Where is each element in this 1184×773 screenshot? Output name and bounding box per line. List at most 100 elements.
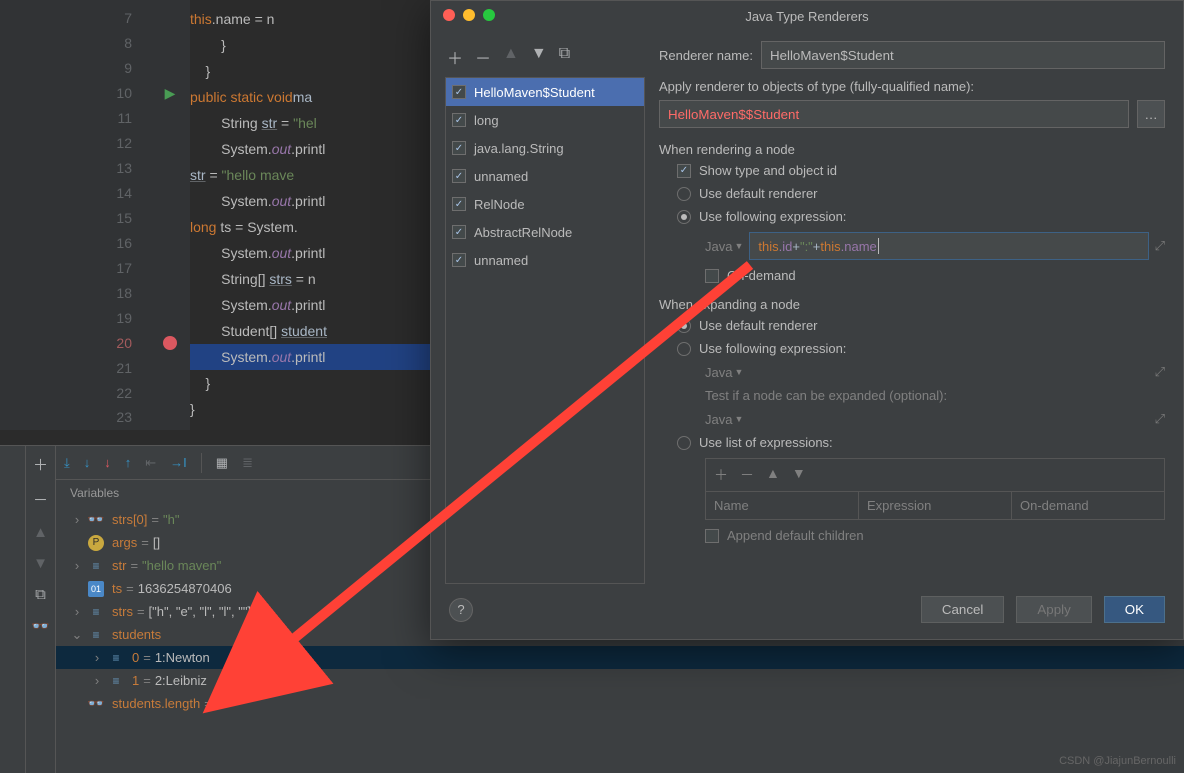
step-over-icon[interactable]: ⤓ — [64, 455, 70, 471]
renderer-list-item[interactable]: AbstractRelNode — [446, 218, 644, 246]
renderer-list-item[interactable]: HelloMaven$Student — [446, 78, 644, 106]
move-down-icon[interactable]: ▼ — [531, 45, 547, 69]
drop-frame-icon[interactable]: ⇤ — [145, 455, 156, 471]
glasses-icon[interactable]: 👓 — [31, 617, 50, 635]
et-remove-icon: － — [740, 465, 754, 485]
renderer-checkbox[interactable] — [452, 85, 466, 99]
variable-row[interactable]: ›≡0 = 1:Newton — [56, 646, 1184, 669]
expand-expression-radio[interactable] — [677, 342, 691, 356]
list-toolbar: ＋ － ▲ ▼ ⧉ — [445, 41, 645, 77]
gutter: 78910▶11121314151617181920212223 — [0, 0, 190, 430]
run-to-cursor-icon[interactable]: →I — [170, 455, 187, 470]
window-min-icon[interactable] — [463, 9, 475, 21]
expanding-section-title: When expanding a node — [659, 297, 1165, 312]
apply-type-input[interactable] — [659, 100, 1129, 128]
renderer-checkbox[interactable] — [452, 141, 466, 155]
use-default-label: Use default renderer — [699, 186, 818, 201]
copy-icon[interactable]: ⧉ — [35, 586, 46, 603]
var-name: students.length — [112, 696, 200, 711]
expander-icon[interactable]: › — [70, 558, 84, 573]
var-value: "hello maven" — [142, 558, 221, 573]
renderer-checkbox[interactable] — [452, 197, 466, 211]
dialog-title: Java Type Renderers — [745, 9, 868, 24]
on-demand-label: On-demand — [727, 268, 796, 283]
variable-row[interactable]: ›≡1 = 2:Leibniz — [56, 669, 1184, 692]
use-list-radio[interactable] — [677, 436, 691, 450]
ok-button[interactable]: OK — [1104, 596, 1165, 623]
renderer-label: unnamed — [474, 253, 528, 268]
type-renderers-dialog: Java Type Renderers ＋ － ▲ ▼ ⧉ HelloMaven… — [430, 0, 1184, 640]
use-expression-radio[interactable] — [677, 210, 691, 224]
renderer-label: RelNode — [474, 197, 525, 212]
th-expr: Expression — [859, 492, 1012, 519]
var-name: strs[0] — [112, 512, 147, 527]
evaluate-icon[interactable]: ▦ — [216, 455, 228, 471]
on-demand-checkbox[interactable] — [705, 269, 719, 283]
var-kind-icon: ≡ — [88, 627, 104, 643]
renderer-list-item[interactable]: RelNode — [446, 190, 644, 218]
test-expand-label: Test if a node can be expanded (optional… — [677, 388, 1165, 403]
lang-selector-2: Java▼ — [705, 365, 743, 380]
var-value: "h" — [163, 512, 179, 527]
expand-editor-icon-2: ⤢ — [1155, 364, 1165, 380]
use-expression-label: Use following expression: — [699, 209, 846, 224]
append-children-checkbox — [705, 529, 719, 543]
add-icon[interactable]: ＋ — [447, 45, 463, 69]
renderer-list-item[interactable]: unnamed — [446, 246, 644, 274]
expander-icon[interactable]: › — [90, 673, 104, 688]
step-out-icon[interactable]: ↑ — [125, 455, 132, 470]
cancel-button[interactable]: Cancel — [921, 596, 1005, 623]
renderer-label: long — [474, 113, 499, 128]
rendering-section-title: When rendering a node — [659, 142, 1165, 157]
window-close-icon[interactable] — [443, 9, 455, 21]
renderer-checkbox[interactable] — [452, 225, 466, 239]
renderer-label: unnamed — [474, 169, 528, 184]
force-step-icon[interactable]: ↓ — [104, 455, 111, 470]
expression-input[interactable]: this.id + ":" +this.name — [749, 232, 1148, 260]
expander-icon[interactable]: › — [70, 512, 84, 527]
show-type-checkbox[interactable] — [677, 164, 691, 178]
th-ondemand: On-demand — [1012, 492, 1164, 519]
lang-selector[interactable]: Java▼ — [705, 239, 743, 254]
var-kind-icon: ≡ — [108, 650, 124, 666]
apply-button[interactable]: Apply — [1016, 596, 1091, 623]
var-kind-icon: 👓 — [88, 512, 104, 528]
var-value: [] — [153, 535, 160, 550]
th-name: Name — [706, 492, 859, 519]
remove-watch-icon[interactable]: － — [33, 489, 48, 510]
expander-icon[interactable]: › — [70, 604, 84, 619]
expand-editor-icon-3: ⤢ — [1155, 411, 1165, 427]
renderer-list-item[interactable]: long — [446, 106, 644, 134]
var-value: 2:Leibniz — [155, 673, 207, 688]
renderer-list-item[interactable]: java.lang.String — [446, 134, 644, 162]
renderer-list-item[interactable]: unnamed — [446, 162, 644, 190]
renderer-label: java.lang.String — [474, 141, 564, 156]
remove-icon[interactable]: － — [475, 45, 491, 69]
step-into-icon[interactable]: ↓ — [84, 455, 91, 470]
help-button[interactable]: ? — [449, 598, 473, 622]
duplicate-icon[interactable]: ⧉ — [559, 45, 570, 69]
renderer-name-input[interactable] — [761, 41, 1165, 69]
expand-editor-icon[interactable]: ⤢ — [1155, 238, 1165, 254]
expander-icon[interactable]: ⌄ — [70, 627, 84, 643]
var-name: strs — [112, 604, 133, 619]
down-icon[interactable]: ▼ — [33, 555, 48, 572]
variable-row[interactable]: 👓students.length = 2 — [56, 692, 1184, 715]
expand-default-radio[interactable] — [677, 319, 691, 333]
renderers-list[interactable]: HelloMaven$Student long java.lang.String un… — [445, 77, 645, 584]
add-watch-icon[interactable]: ＋ — [33, 454, 48, 475]
move-up-icon[interactable]: ▲ — [503, 45, 519, 69]
var-kind-icon: P — [88, 535, 104, 551]
apply-type-label: Apply renderer to objects of type (fully… — [659, 79, 1165, 94]
expander-icon[interactable]: › — [90, 650, 104, 665]
dialog-titlebar: Java Type Renderers — [431, 1, 1183, 31]
trace-icon[interactable]: ≣ — [242, 455, 253, 471]
renderer-checkbox[interactable] — [452, 169, 466, 183]
window-max-icon[interactable] — [483, 9, 495, 21]
browse-class-button[interactable]: … — [1137, 100, 1165, 128]
var-kind-icon: ≡ — [108, 673, 124, 689]
renderer-checkbox[interactable] — [452, 113, 466, 127]
renderer-checkbox[interactable] — [452, 253, 466, 267]
up-icon[interactable]: ▲ — [33, 524, 48, 541]
use-default-radio[interactable] — [677, 187, 691, 201]
